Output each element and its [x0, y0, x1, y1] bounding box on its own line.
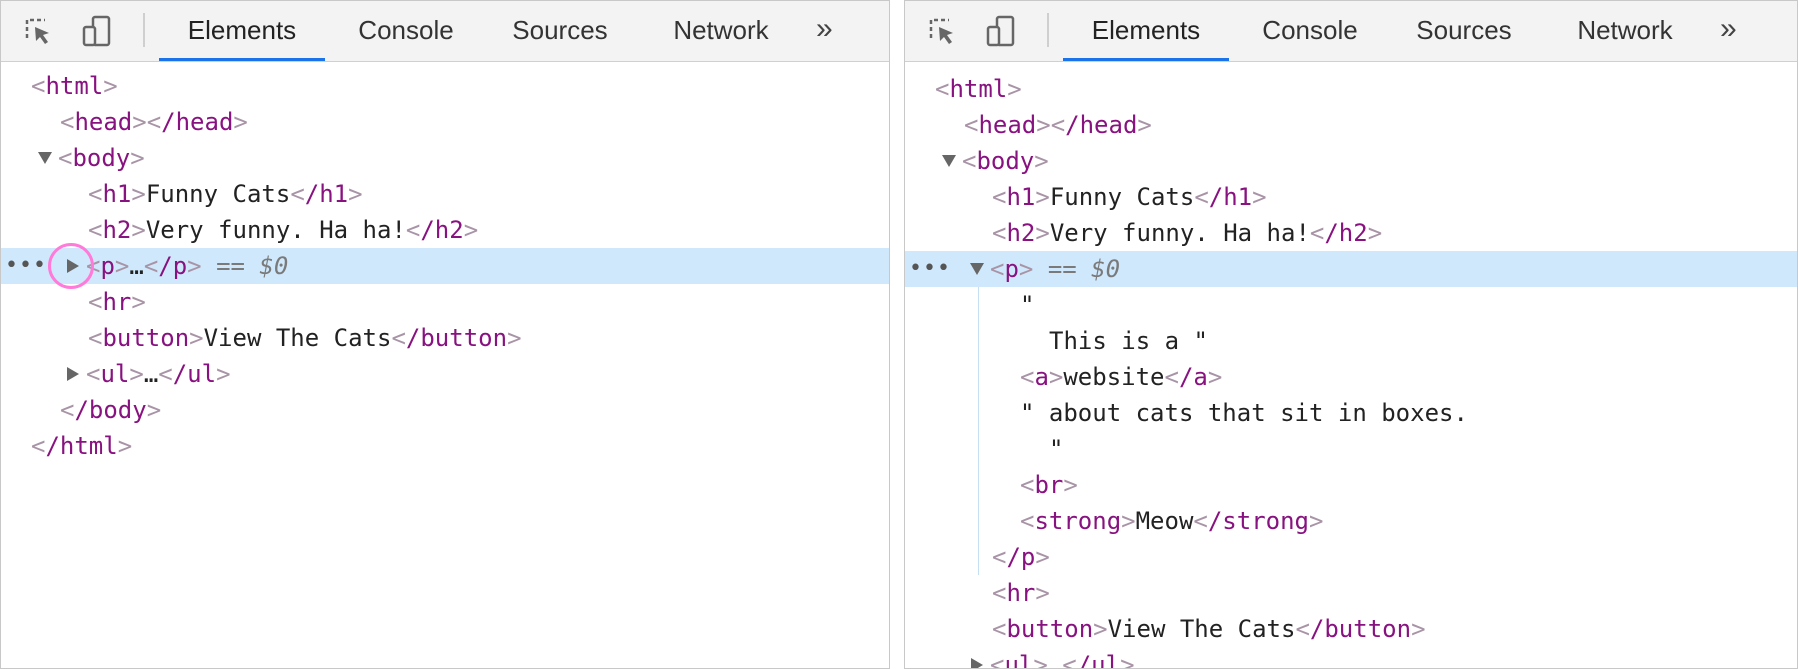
toolbar-separator — [143, 13, 145, 47]
dom-node-html-close[interactable]: </html> — [1, 428, 889, 464]
dom-node-hr[interactable]: <hr> — [1, 284, 889, 320]
tab-elements[interactable]: Elements — [159, 1, 325, 61]
text-node-quote-open[interactable]: " — [905, 287, 1797, 323]
inspect-element-icon[interactable] — [923, 12, 961, 50]
tab-network[interactable]: Network — [651, 1, 791, 61]
tab-sources[interactable]: Sources — [1399, 1, 1529, 61]
triangle-right-icon[interactable] — [63, 356, 83, 392]
dom-tree: <html> <head></head> <body> <h1>Funny Ca… — [1, 61, 889, 668]
triangle-down-icon[interactable] — [967, 251, 987, 287]
triangle-right-icon[interactable] — [967, 647, 987, 668]
dom-node-body[interactable]: <body> — [905, 143, 1797, 179]
devtools-panel-left: Elements Console Sources Network » <html… — [0, 0, 890, 669]
text-node-line-2[interactable]: " about cats that sit in boxes. — [905, 395, 1797, 431]
dom-node-br[interactable]: <br> — [905, 467, 1797, 503]
dom-node-p-selected[interactable]: ••• <p>…</p> == $0 — [1, 248, 889, 284]
dom-node-h1[interactable]: <h1>Funny Cats</h1> — [1, 176, 889, 212]
dom-node-html[interactable]: <html> — [1, 68, 889, 104]
dom-node-a[interactable]: <a>website</a> — [905, 359, 1797, 395]
dom-node-body-close[interactable]: </body> — [1, 392, 889, 428]
tab-elements[interactable]: Elements — [1063, 1, 1229, 61]
dom-node-strong[interactable]: <strong>Meow</strong> — [905, 503, 1797, 539]
dom-node-hr[interactable]: <hr> — [905, 575, 1797, 611]
tab-console[interactable]: Console — [1245, 1, 1375, 61]
tab-network[interactable]: Network — [1555, 1, 1695, 61]
devtools-toolbar: Elements Console Sources Network » — [905, 1, 1797, 62]
expand-highlight-circle — [48, 243, 94, 289]
dom-node-button[interactable]: <button>View The Cats</button> — [905, 611, 1797, 647]
dom-node-h2[interactable]: <h2>Very funny. Ha ha!</h2> — [905, 215, 1797, 251]
tab-console[interactable]: Console — [341, 1, 471, 61]
dom-node-h1[interactable]: <h1>Funny Cats</h1> — [905, 179, 1797, 215]
dom-node-p-close[interactable]: </p> — [905, 539, 1797, 575]
dom-node-head[interactable]: <head></head> — [905, 107, 1797, 143]
dom-node-button[interactable]: <button>View The Cats</button> — [1, 320, 889, 356]
more-tabs-button[interactable]: » — [816, 1, 833, 61]
dom-node-ul[interactable]: <ul>…</ul> — [905, 647, 1797, 668]
triangle-down-icon[interactable] — [35, 140, 55, 176]
dom-node-head[interactable]: <head></head> — [1, 104, 889, 140]
triangle-down-icon[interactable] — [939, 143, 959, 179]
dom-node-html[interactable]: <html> — [905, 71, 1797, 107]
device-toolbar-icon[interactable] — [983, 12, 1021, 50]
row-actions-dots[interactable]: ••• — [5, 248, 47, 284]
dom-tree: <html> <head></head> <body> <h1>Funny Ca… — [905, 61, 1797, 668]
tab-sources[interactable]: Sources — [495, 1, 625, 61]
dom-node-p-selected[interactable]: ••• <p> == $0 — [905, 251, 1797, 287]
text-node-quote-close[interactable]: " — [905, 431, 1797, 467]
more-tabs-button[interactable]: » — [1720, 1, 1737, 61]
devtools-toolbar: Elements Console Sources Network » — [1, 1, 889, 62]
row-actions-dots[interactable]: ••• — [909, 251, 951, 287]
text-node-line-1[interactable]: This is a " — [905, 323, 1797, 359]
dom-node-body[interactable]: <body> — [1, 140, 889, 176]
inspect-element-icon[interactable] — [19, 12, 57, 50]
dom-node-h2[interactable]: <h2>Very funny. Ha ha!</h2> — [1, 212, 889, 248]
dom-node-ul[interactable]: <ul>…</ul> — [1, 356, 889, 392]
devtools-panel-right: Elements Console Sources Network » <html… — [904, 0, 1798, 669]
toolbar-separator — [1047, 13, 1049, 47]
device-toolbar-icon[interactable] — [79, 12, 117, 50]
